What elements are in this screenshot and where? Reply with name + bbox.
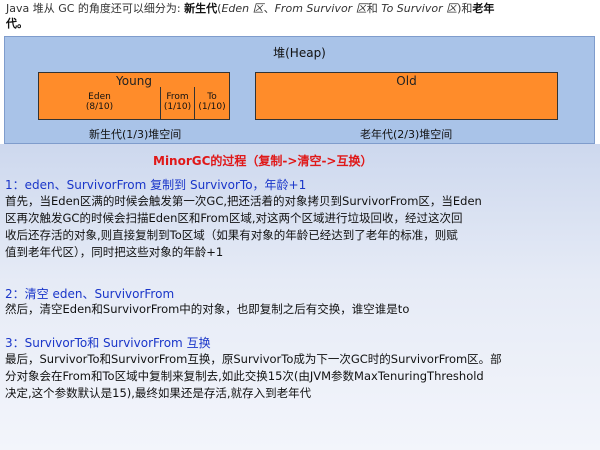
old-region: Old <box>255 72 558 120</box>
minor-gc-content: MinorGC的过程（复制->清空->互换） 1：eden、SurvivorFr… <box>0 144 600 450</box>
step3-title: 3：SurvivorTo和 SurvivorFrom 互换 <box>5 336 211 350</box>
intro-from: From Survivor 区 <box>274 2 367 15</box>
to-ratio: (1/10) <box>198 102 226 112</box>
step1-line1: 首先，当Eden区满的时候会触发第一次GC,把还活着的对象拷贝到Survivor… <box>5 194 482 208</box>
eden-region: Eden (8/10) <box>39 87 160 120</box>
step1-line4: 值到老年代区），同时把这些对象的年龄+1 <box>5 245 224 259</box>
young-region: Young Eden (8/10) From (1/10) To (1/10) <box>38 72 230 120</box>
young-label: Young <box>116 74 152 88</box>
intro-sep: 、 <box>263 2 275 15</box>
heap-diagram: 堆(Heap) Young Eden (8/10) From (1/10) To… <box>4 36 595 144</box>
step1-body: 首先，当Eden区满的时候会触发第一次GC,把还活着的对象拷贝到Survivor… <box>5 193 595 261</box>
young-caption: 新生代(1/3)堆空间 <box>89 128 182 141</box>
step3-line1: 最后，SurvivorTo和SurvivorFrom互换，原SurvivorTo… <box>5 352 502 366</box>
step1-title: 1：eden、SurvivorFrom 复制到 SurvivorTo，年龄+1 <box>5 178 307 192</box>
step3-line3: 决定,这个参数默认是15),最终如果还是存活,就存入到老年代 <box>5 386 312 400</box>
minor-gc-title: MinorGC的过程（复制->清空->互换） <box>153 154 373 168</box>
to-region: To (1/10) <box>194 87 229 120</box>
step3-body: 最后，SurvivorTo和SurvivorFrom互换，原SurvivorTo… <box>5 351 595 402</box>
step3-line2: 分对象会在From和To区域中复制来复制去,如此交换15次(由JVM参数MaxT… <box>5 369 484 383</box>
intro-to: To Survivor 区 <box>381 2 458 15</box>
intro-tail: )和 <box>457 2 473 15</box>
from-region: From (1/10) <box>160 87 194 120</box>
old-label: Old <box>396 74 417 88</box>
intro-line2: 代。 <box>6 17 28 30</box>
heap-title: 堆(Heap) <box>273 46 326 60</box>
intro-old-gen: 老年 <box>472 2 495 15</box>
old-caption: 老年代(2/3)堆空间 <box>360 128 453 141</box>
from-name: From <box>166 92 189 102</box>
step2-title: 2：清空 eden、SurvivorFrom <box>5 287 175 301</box>
intro-eden: Eden 区 <box>221 2 264 15</box>
to-name: To <box>207 92 217 102</box>
intro-prefix: Java 堆从 GC 的角度还可以细分为: <box>6 2 185 15</box>
intro-and: 和 <box>366 2 378 15</box>
intro-text: Java 堆从 GC 的角度还可以细分为: 新生代(Eden 区、From Su… <box>0 0 600 36</box>
intro-new-gen: 新生代 <box>184 2 218 15</box>
step2-body: 然后，清空Eden和SurvivorFrom中的对象，也即复制之后有交换，谁空谁… <box>5 301 595 318</box>
step2-line1: 然后，清空Eden和SurvivorFrom中的对象，也即复制之后有交换，谁空谁… <box>5 302 410 316</box>
from-ratio: (1/10) <box>163 102 192 112</box>
step1-line2: 区再次触发GC的时候会扫描Eden区和From区域,对这两个区域进行垃圾回收，经… <box>5 211 463 225</box>
eden-name: Eden <box>88 92 111 102</box>
step1-line3: 收后还存活的对象,则直接复制到To区域（如果有对象的年龄已经达到了老年的标准，则… <box>5 228 458 242</box>
eden-ratio: (8/10) <box>85 102 114 112</box>
